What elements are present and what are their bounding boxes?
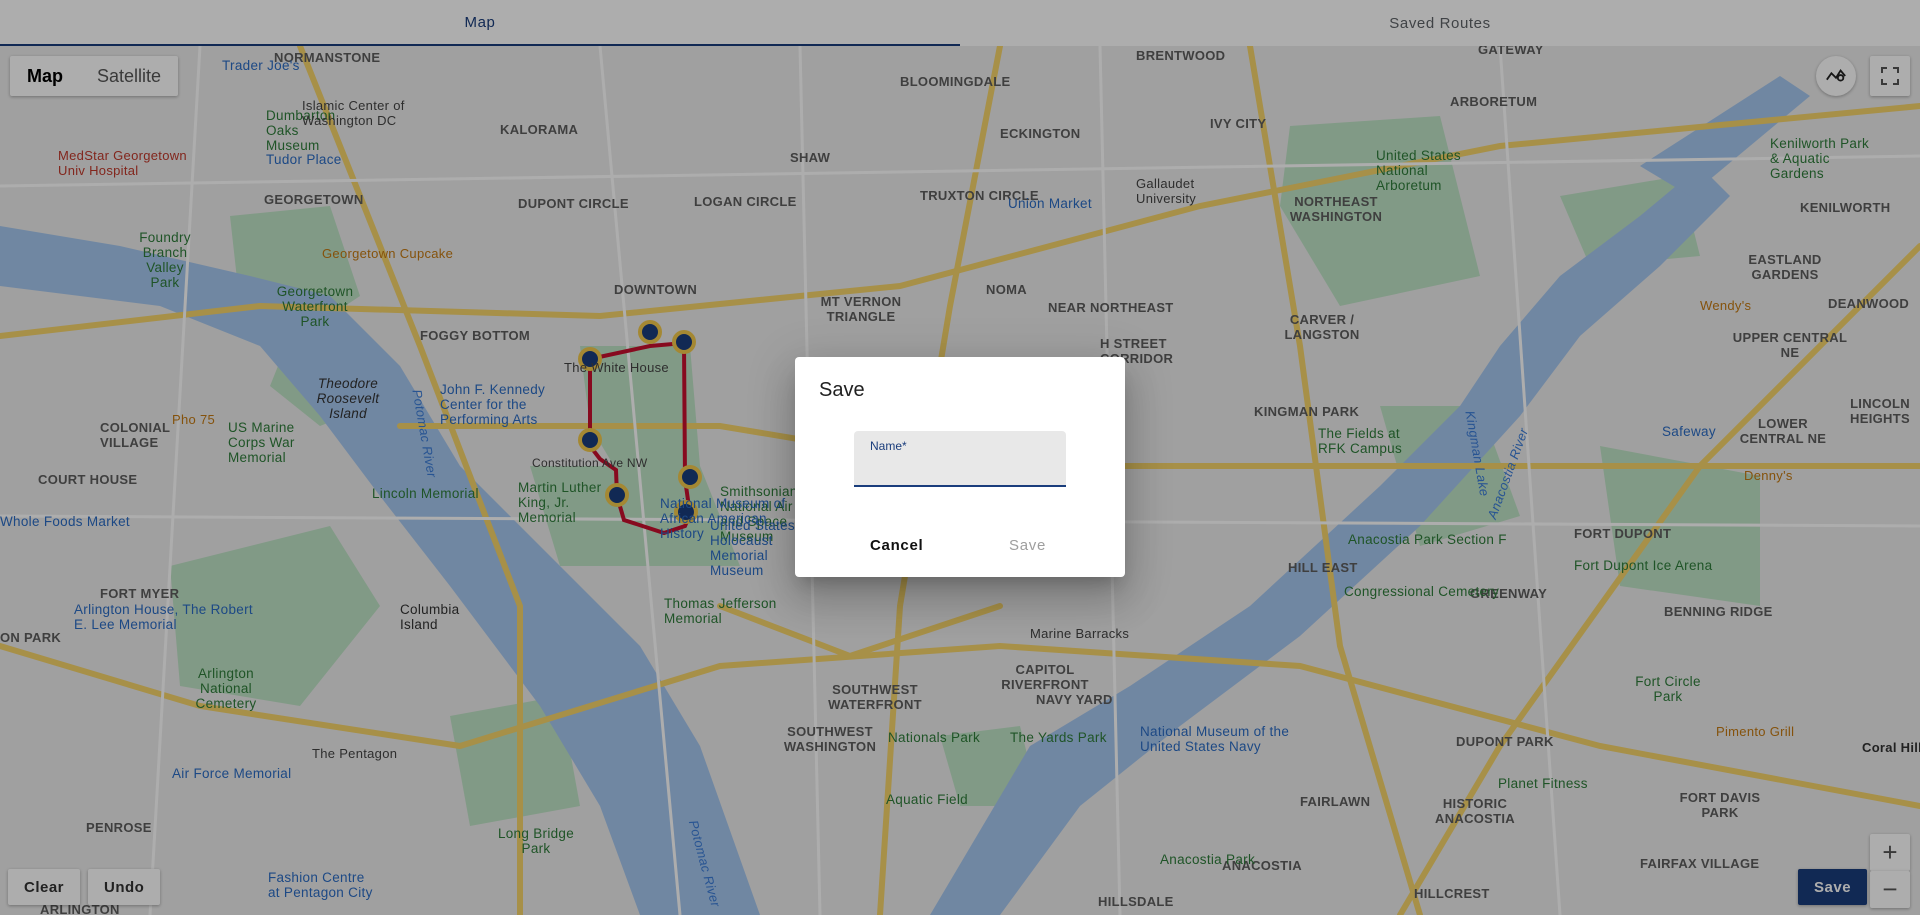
cancel-button[interactable]: Cancel bbox=[870, 537, 923, 554]
dialog-title: Save bbox=[819, 379, 865, 401]
save-dialog: Save Name* Cancel Save bbox=[795, 357, 1125, 577]
dialog-save-button[interactable]: Save bbox=[1009, 537, 1046, 554]
name-input[interactable] bbox=[870, 457, 1054, 477]
name-field-label: Name* bbox=[870, 439, 907, 453]
name-field[interactable]: Name* bbox=[854, 431, 1066, 487]
